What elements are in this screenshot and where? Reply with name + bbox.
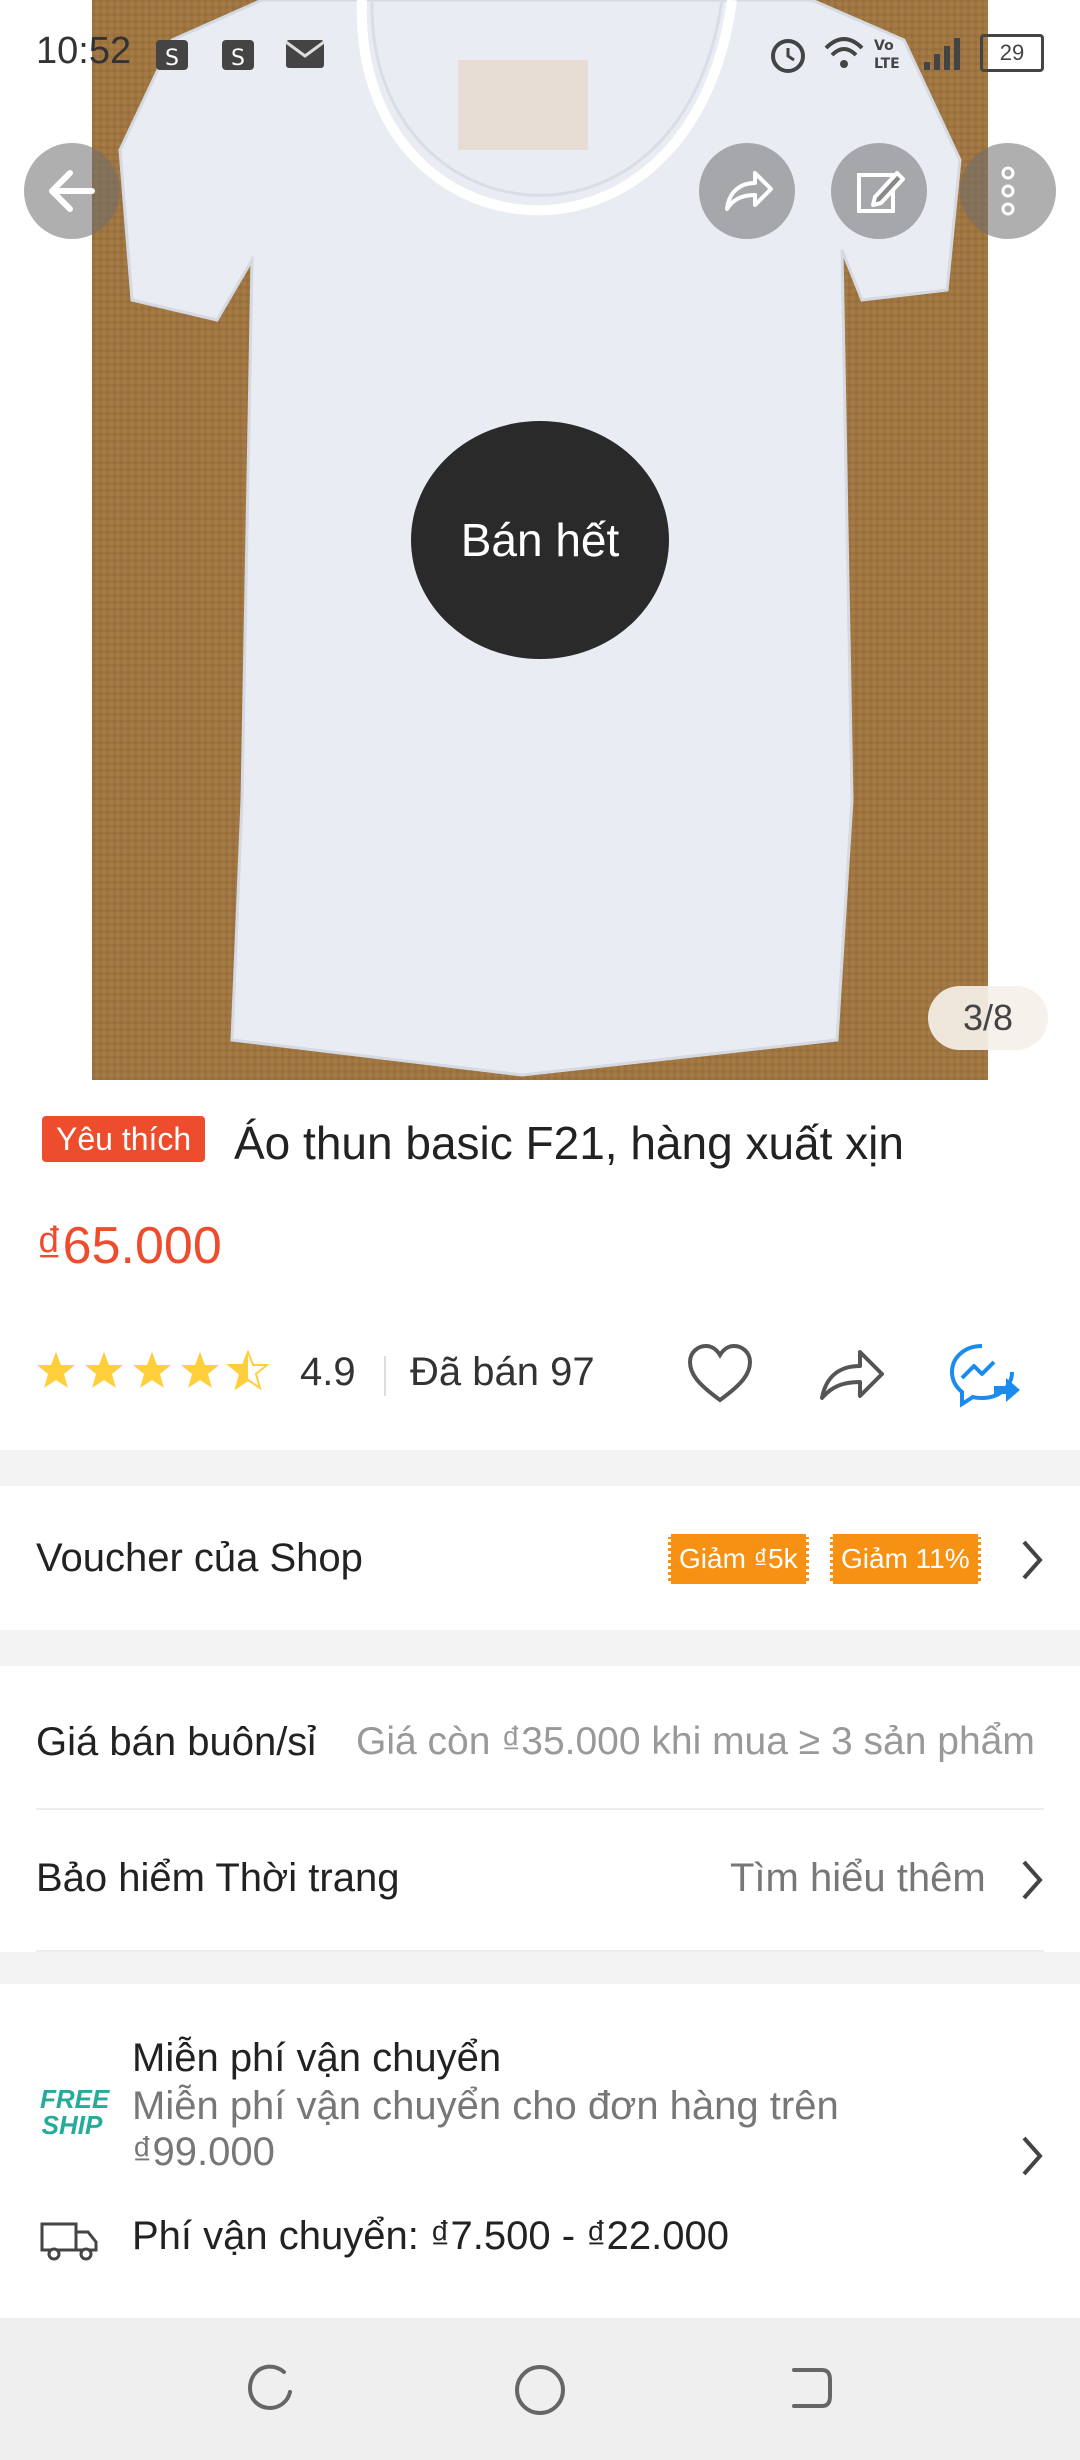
star-icon [37,1352,75,1388]
divider [384,1356,386,1396]
favorite-shop-badge: Yêu thích [42,1116,206,1162]
insurance-label: Bảo hiểm Thời trang [36,1856,400,1900]
back-nav-icon[interactable] [784,2362,836,2414]
status-bar: 10:52 S S Vo LTE 29 [0,0,1080,110]
free-ship-detail: Miễn phí vận chuyển cho đơn hàng trên [132,2084,839,2128]
chevron-right-icon [1022,2136,1043,2176]
volte-icon: Vo LTE [874,38,900,72]
divider [36,1808,1044,1810]
product-price: ₫65.000 [36,1217,222,1275]
arrow-left-icon [49,170,95,212]
system-navigation-bar [0,2318,1080,2460]
recents-icon[interactable] [244,2362,296,2414]
free-ship-title: Miễn phí vận chuyển [132,2036,502,2080]
truck-icon [40,2222,98,2261]
shipping-fee: Phí vận chuyển: ₫7.500 - ₫22.000 [132,2214,730,2258]
product-info: Yêu thích Áo thun basic F21, hàng xuất x… [0,1080,1080,1450]
share-button[interactable] [699,143,795,239]
home-icon[interactable] [512,2362,568,2418]
image-counter: 3/8 [928,986,1048,1050]
edit-icon [857,171,905,213]
star-icon [85,1352,123,1388]
chevron-right-icon [1022,1860,1043,1900]
shipping-section[interactable]: FREE SHIP Miễn phí vận chuyển Miễn phí v… [0,1984,1080,2318]
share-icon[interactable] [816,1342,888,1406]
free-ship-threshold: ₫99.000 [132,2130,275,2174]
more-vertical-icon [1001,166,1015,216]
svg-text:S: S [165,46,179,71]
alarm-icon [771,39,805,73]
star-icon [181,1352,219,1388]
wifi-icon [824,37,864,68]
wholesale-detail[interactable]: Giá còn ₫35.000 khi mua ≥ 3 sản phẩm [356,1720,1035,1764]
voucher-tag[interactable]: Giảm ₫5k [668,1534,809,1584]
svg-text:Vo: Vo [874,38,894,54]
svg-text:S: S [231,46,245,71]
rating-value: 4.9 [300,1350,356,1394]
free-ship-logo: FREE SHIP [40,2084,110,2140]
free-ship-logo-line: FREE [40,2084,110,2114]
star-icon [133,1352,171,1388]
details-section: Giá bán buôn/sỉ Giá còn ₫35.000 khi mua … [0,1666,1080,1952]
learn-more-link[interactable]: Tìm hiểu thêm [730,1856,986,1901]
divider [36,1950,1044,1952]
mail-icon [285,40,325,68]
sold-out-badge: Bán hết [411,421,669,659]
rating-stars [36,1350,286,1394]
more-options-button[interactable] [960,143,1056,239]
chevron-right-icon[interactable] [1018,1538,1046,1582]
edit-button[interactable] [831,143,927,239]
wholesale-label: Giá bán buôn/sỉ [36,1720,317,1764]
fashion-insurance-row[interactable]: Bảo hiểm Thời trang Tìm hiểu thêm [0,1812,1080,1950]
product-title: Áo thun basic F21, hàng xuất xịn [234,1117,904,1169]
share-arrow-icon [725,171,773,211]
heart-icon[interactable] [684,1342,756,1406]
shop-notification-icon: S [222,40,254,71]
voucher-tag[interactable]: Giảm 11% [830,1534,981,1584]
svg-text:LTE: LTE [874,56,900,72]
half-star-icon [228,1351,268,1389]
battery-icon: 29 [980,34,1044,72]
voucher-label: Voucher của Shop [36,1536,363,1580]
free-ship-logo-line: SHIP [41,2110,103,2140]
messenger-icon[interactable] [948,1342,1024,1410]
back-button[interactable] [24,143,120,239]
product-image-carousel[interactable]: 10:52 S S Vo LTE 29 Bán hết 3/8 [0,0,1080,1080]
signal-icon [924,38,960,70]
sold-count: Đã bán 97 [410,1350,595,1394]
status-time: 10:52 [36,30,132,72]
shop-notification-icon: S [156,40,188,71]
